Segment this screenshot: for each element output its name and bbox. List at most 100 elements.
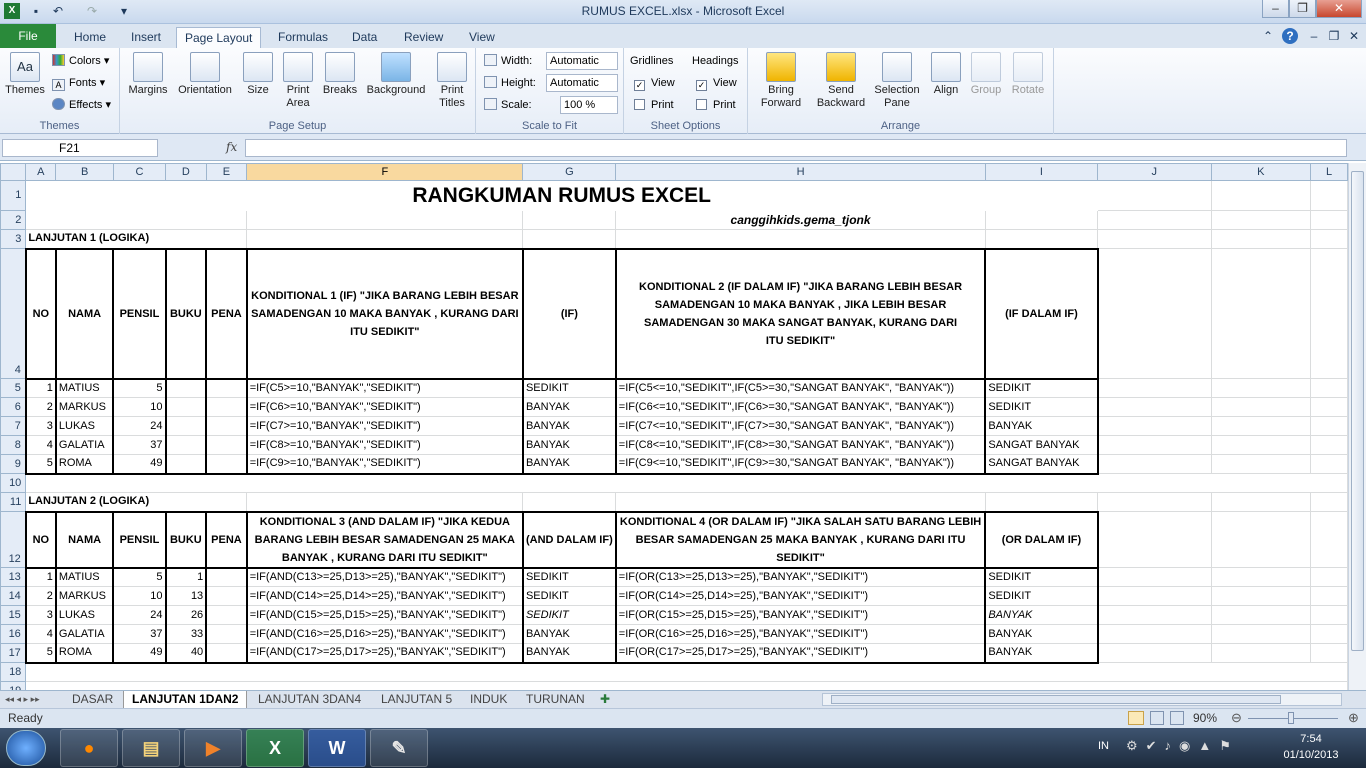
cell[interactable] (25, 681, 1348, 690)
header-cell[interactable]: PENSIL (112, 247, 167, 380)
cell[interactable] (164, 397, 208, 417)
cell[interactable]: 26 (164, 605, 208, 625)
cell[interactable] (1097, 416, 1212, 436)
cell[interactable]: 49 (112, 454, 167, 475)
cell[interactable] (1097, 643, 1212, 663)
header-cell[interactable]: NO (24, 510, 57, 569)
name-box[interactable]: F21 (2, 139, 158, 157)
cell[interactable]: 10 (112, 397, 167, 417)
cell[interactable] (1210, 180, 1312, 211)
tray-icons[interactable]: ⚙✔♪◉▲⚑ (1126, 738, 1239, 754)
cell[interactable]: ROMA (54, 643, 115, 664)
row-header[interactable]: 16 (0, 624, 27, 644)
cell[interactable] (246, 229, 524, 249)
start-button-icon[interactable] (6, 730, 46, 766)
cell[interactable] (1210, 492, 1312, 512)
row-header[interactable]: 18 (0, 662, 27, 682)
workbook-close-icon[interactable]: ✕ (1346, 28, 1362, 44)
cell[interactable] (1210, 416, 1312, 436)
cell[interactable] (1310, 624, 1348, 644)
section-1-heading[interactable]: LANJUTAN 1 (LOGIKA) (25, 229, 248, 249)
cell[interactable]: BANYAK (521, 435, 617, 455)
cell[interactable] (1310, 416, 1348, 436)
print-area-button[interactable]: Print Area (280, 52, 316, 110)
cell[interactable] (1097, 454, 1212, 474)
column-header[interactable]: D (165, 163, 207, 181)
cell[interactable] (205, 624, 248, 644)
cell[interactable] (164, 416, 208, 436)
cell[interactable]: BANYAK (521, 397, 617, 417)
column-header[interactable]: F (246, 163, 524, 181)
cell[interactable]: 2 (24, 397, 57, 417)
row-header[interactable]: 9 (0, 454, 27, 474)
cell[interactable] (246, 492, 524, 512)
horizontal-scroll-thumb[interactable] (831, 695, 1281, 704)
cell[interactable]: SEDIKIT (984, 397, 1099, 417)
cell[interactable] (205, 397, 248, 417)
breaks-button[interactable]: Breaks (320, 52, 360, 97)
cell[interactable]: 2 (24, 586, 57, 606)
gridlines-view-checkbox[interactable]: ✓ View (634, 76, 675, 91)
cell[interactable] (1210, 229, 1312, 249)
cell[interactable] (25, 210, 248, 230)
cell[interactable]: 1 (24, 567, 57, 587)
cell[interactable] (1310, 605, 1348, 625)
header-cell[interactable]: PENSIL (112, 510, 167, 569)
cell[interactable] (1310, 378, 1348, 398)
column-header[interactable]: A (25, 163, 57, 181)
cell[interactable]: =IF(C8>=10,"BANYAK","SEDIKIT") (245, 435, 524, 455)
cell[interactable]: LUKAS (54, 605, 115, 625)
row-header[interactable]: 12 (0, 511, 27, 568)
cell[interactable]: =IF(C6>=10,"BANYAK","SEDIKIT") (245, 397, 524, 417)
cell[interactable] (1210, 605, 1312, 625)
selection-pane-button[interactable]: Selection Pane (872, 52, 922, 110)
taskbar-excel-icon[interactable]: X (246, 729, 304, 767)
header-cell[interactable]: (AND DALAM IF) (521, 510, 617, 569)
cell[interactable]: 4 (24, 624, 57, 644)
cell[interactable]: BANYAK (984, 605, 1099, 625)
insert-function-icon[interactable]: fx (226, 140, 237, 154)
zoom-level[interactable]: 90% (1193, 711, 1217, 725)
cell[interactable]: 49 (112, 643, 167, 664)
cell[interactable] (205, 435, 248, 455)
size-button[interactable]: Size (242, 52, 274, 97)
row-header[interactable]: 5 (0, 378, 27, 398)
header-cell[interactable]: (IF) (521, 247, 617, 380)
background-button[interactable]: Background (362, 52, 430, 97)
cell[interactable] (1310, 511, 1348, 568)
row-header[interactable]: 14 (0, 586, 27, 606)
column-header[interactable]: E (205, 163, 248, 181)
cell[interactable]: LUKAS (54, 416, 115, 436)
cell[interactable]: =IF(C7<=10,"SEDIKIT",IF(C7>=30,"SANGAT B… (614, 416, 987, 436)
cell[interactable] (1310, 210, 1348, 230)
print-titles-button[interactable]: Print Titles (432, 52, 472, 110)
row-header[interactable]: 7 (0, 416, 27, 436)
cell[interactable] (1097, 229, 1212, 249)
column-header[interactable]: H (615, 163, 986, 181)
column-header[interactable]: K (1210, 163, 1312, 181)
cell[interactable]: BANYAK (521, 643, 617, 664)
cell[interactable] (1310, 567, 1348, 587)
header-cell[interactable]: (IF DALAM IF) (984, 247, 1099, 380)
header-cell[interactable]: BUKU (164, 247, 208, 380)
column-header[interactable]: L (1310, 163, 1348, 181)
cell[interactable] (984, 492, 1099, 512)
cell[interactable]: 24 (112, 605, 167, 625)
cell[interactable] (1310, 248, 1348, 379)
cell[interactable]: 3 (24, 605, 57, 625)
cell[interactable]: =IF(C9<=10,"SEDIKIT",IF(C9>=30,"SANGAT B… (614, 454, 987, 475)
cell[interactable]: MATIUS (54, 378, 115, 398)
cell[interactable]: SEDIKIT (984, 567, 1099, 587)
row-header[interactable]: 1 (0, 180, 27, 211)
cell[interactable]: 3 (24, 416, 57, 436)
cell[interactable]: =IF(AND(C13>=25,D13>=25),"BANYAK","SEDIK… (245, 567, 524, 587)
height-combo[interactable]: Automatic (546, 74, 618, 92)
sheet-tab-induk[interactable]: INDUK (462, 691, 515, 708)
cell[interactable] (205, 567, 248, 587)
column-header[interactable]: B (55, 163, 114, 181)
cell[interactable] (984, 210, 1099, 230)
normal-view-icon[interactable] (1128, 711, 1144, 725)
minimize-ribbon-icon[interactable]: ⌃ (1260, 28, 1276, 44)
cell[interactable] (522, 229, 617, 249)
cell[interactable] (1097, 435, 1212, 455)
